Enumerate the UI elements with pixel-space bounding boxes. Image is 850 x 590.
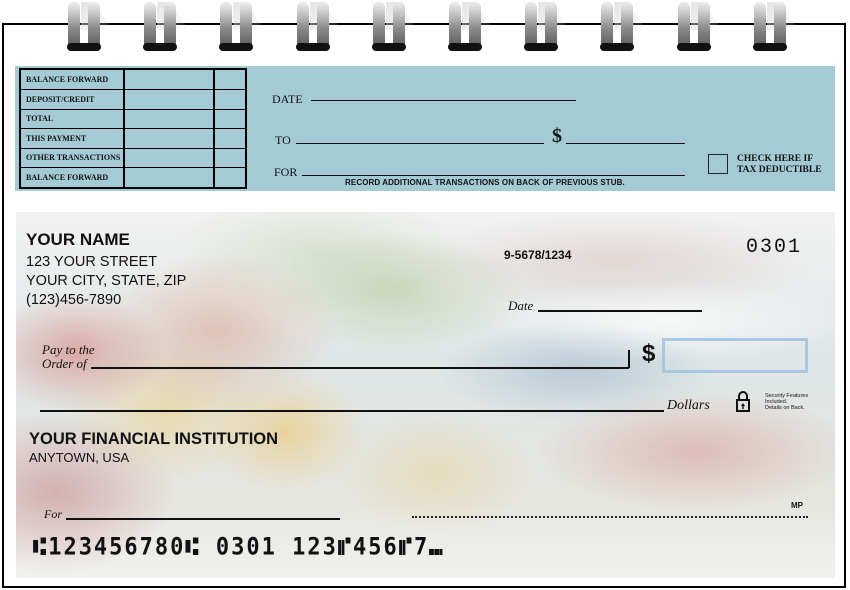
binding-ring-icon — [600, 2, 647, 52]
written-amount-field[interactable] — [40, 410, 664, 412]
check-number: 0301 — [746, 236, 803, 259]
amount-box[interactable] — [662, 338, 808, 373]
ledger-cents-cell[interactable] — [215, 70, 245, 89]
pay-to-line2: Order of — [42, 356, 87, 371]
signature-line[interactable] — [412, 516, 808, 518]
mp-mark: MP — [791, 501, 803, 510]
payee-field[interactable] — [91, 367, 629, 369]
stub-note: RECORD ADDITIONAL TRANSACTIONS ON BACK O… — [345, 178, 625, 187]
spiral-binding — [0, 0, 850, 52]
stub-amount-field[interactable] — [566, 143, 685, 144]
memo-label: For — [44, 507, 62, 521]
stub-for-label: FOR — [274, 165, 298, 179]
bank-name: YOUR FINANCIAL INSTITUTION — [29, 430, 279, 448]
stub-for-field[interactable] — [302, 175, 685, 176]
security-features-note: Security Features Included. Details on B… — [765, 393, 808, 411]
lock-icon — [736, 391, 750, 412]
date-field[interactable] — [538, 310, 702, 312]
stub-dollar-sign: $ — [552, 125, 562, 147]
payee-field-end — [628, 350, 630, 368]
ledger-row-label: DEPOSIT/CREDIT — [21, 89, 125, 109]
bank-town: ANYTOWN, USA — [29, 450, 130, 465]
binding-ring-icon — [67, 2, 113, 52]
check-body: YOUR NAME 123 YOUR STREET YOUR CITY, STA… — [16, 212, 835, 578]
stub-date-field[interactable] — [311, 100, 576, 101]
tax-label-line2: TAX DEDUCTIBLE — [737, 165, 822, 175]
amount-dollar-sign: $ — [642, 340, 656, 367]
ledger-amount-cell[interactable] — [125, 128, 215, 148]
ledger-cents-cell[interactable] — [215, 148, 245, 167]
ledger-amount-cell[interactable] — [125, 167, 215, 188]
check-stub: BALANCE FORWARD DEPOSIT/CREDIT TOTAL THIS P… — [15, 66, 835, 191]
owner-phone: (123)456-7890 — [26, 292, 122, 308]
dollars-label: Dollars — [667, 398, 710, 413]
ledger-cents-cell[interactable] — [215, 168, 245, 188]
tax-label-line1: CHECK HERE IF — [737, 154, 814, 164]
binding-ring-icon — [448, 2, 494, 52]
ledger-row: DEPOSIT/CREDIT — [21, 89, 245, 110]
ledger-row: THIS PAYMENT — [21, 128, 245, 149]
owner-city-state-zip: YOUR CITY, STATE, ZIP — [26, 273, 187, 289]
ledger-row-label: BALANCE FORWARD — [21, 70, 125, 89]
binding-ring-icon — [219, 2, 266, 52]
pay-to-label: Pay to the Order of — [42, 343, 95, 371]
tax-deductible-label: CHECK HERE IF TAX DEDUCTIBLE — [737, 154, 822, 176]
ledger-cents-cell[interactable] — [215, 129, 245, 148]
pay-to-line1: Pay to the — [42, 342, 95, 357]
ledger-row-label: TOTAL — [21, 109, 125, 128]
ledger-row: TOTAL — [21, 109, 245, 129]
routing-fraction: 9-5678/1234 — [504, 248, 572, 262]
ledger-cents-cell[interactable] — [215, 90, 245, 109]
ledger-row: BALANCE FORWARD — [21, 167, 245, 188]
ledger-amount-cell[interactable] — [125, 70, 215, 89]
stub-to-label: TO — [275, 133, 291, 147]
ledger-row-label: THIS PAYMENT — [21, 128, 125, 148]
tax-deductible-checkbox[interactable] — [708, 154, 728, 174]
binding-ring-icon — [295, 2, 342, 52]
security-line3: Details on Back. — [765, 405, 805, 411]
stub-date-label: DATE — [272, 92, 303, 106]
binding-ring-icon — [676, 2, 723, 52]
binding-ring-icon — [524, 2, 571, 52]
binding-ring-icon — [371, 2, 418, 52]
ledger-row-label: OTHER TRANSACTIONS — [21, 148, 125, 167]
ledger-amount-cell[interactable] — [125, 148, 215, 167]
owner-name: YOUR NAME — [26, 230, 130, 249]
memo-field[interactable] — [66, 518, 340, 520]
owner-street: 123 YOUR STREET — [26, 254, 158, 270]
date-label: Date — [508, 298, 534, 313]
ledger-amount-cell[interactable] — [125, 89, 215, 109]
binding-ring-icon — [143, 2, 190, 52]
ledger-row: OTHER TRANSACTIONS — [21, 148, 245, 168]
ledger-amount-cell[interactable] — [125, 109, 215, 128]
ledger-row: BALANCE FORWARD — [21, 70, 245, 90]
ledger-cents-cell[interactable] — [215, 109, 245, 128]
micr-line: ⑆123456780⑆ 0301 123⑈456⑈7⑉ — [33, 533, 445, 562]
binding-ring-icon — [752, 2, 799, 52]
stub-to-field[interactable] — [296, 143, 544, 144]
ledger-table: BALANCE FORWARD DEPOSIT/CREDIT TOTAL THIS P… — [19, 68, 247, 189]
ledger-row-label: BALANCE FORWARD — [21, 167, 125, 188]
